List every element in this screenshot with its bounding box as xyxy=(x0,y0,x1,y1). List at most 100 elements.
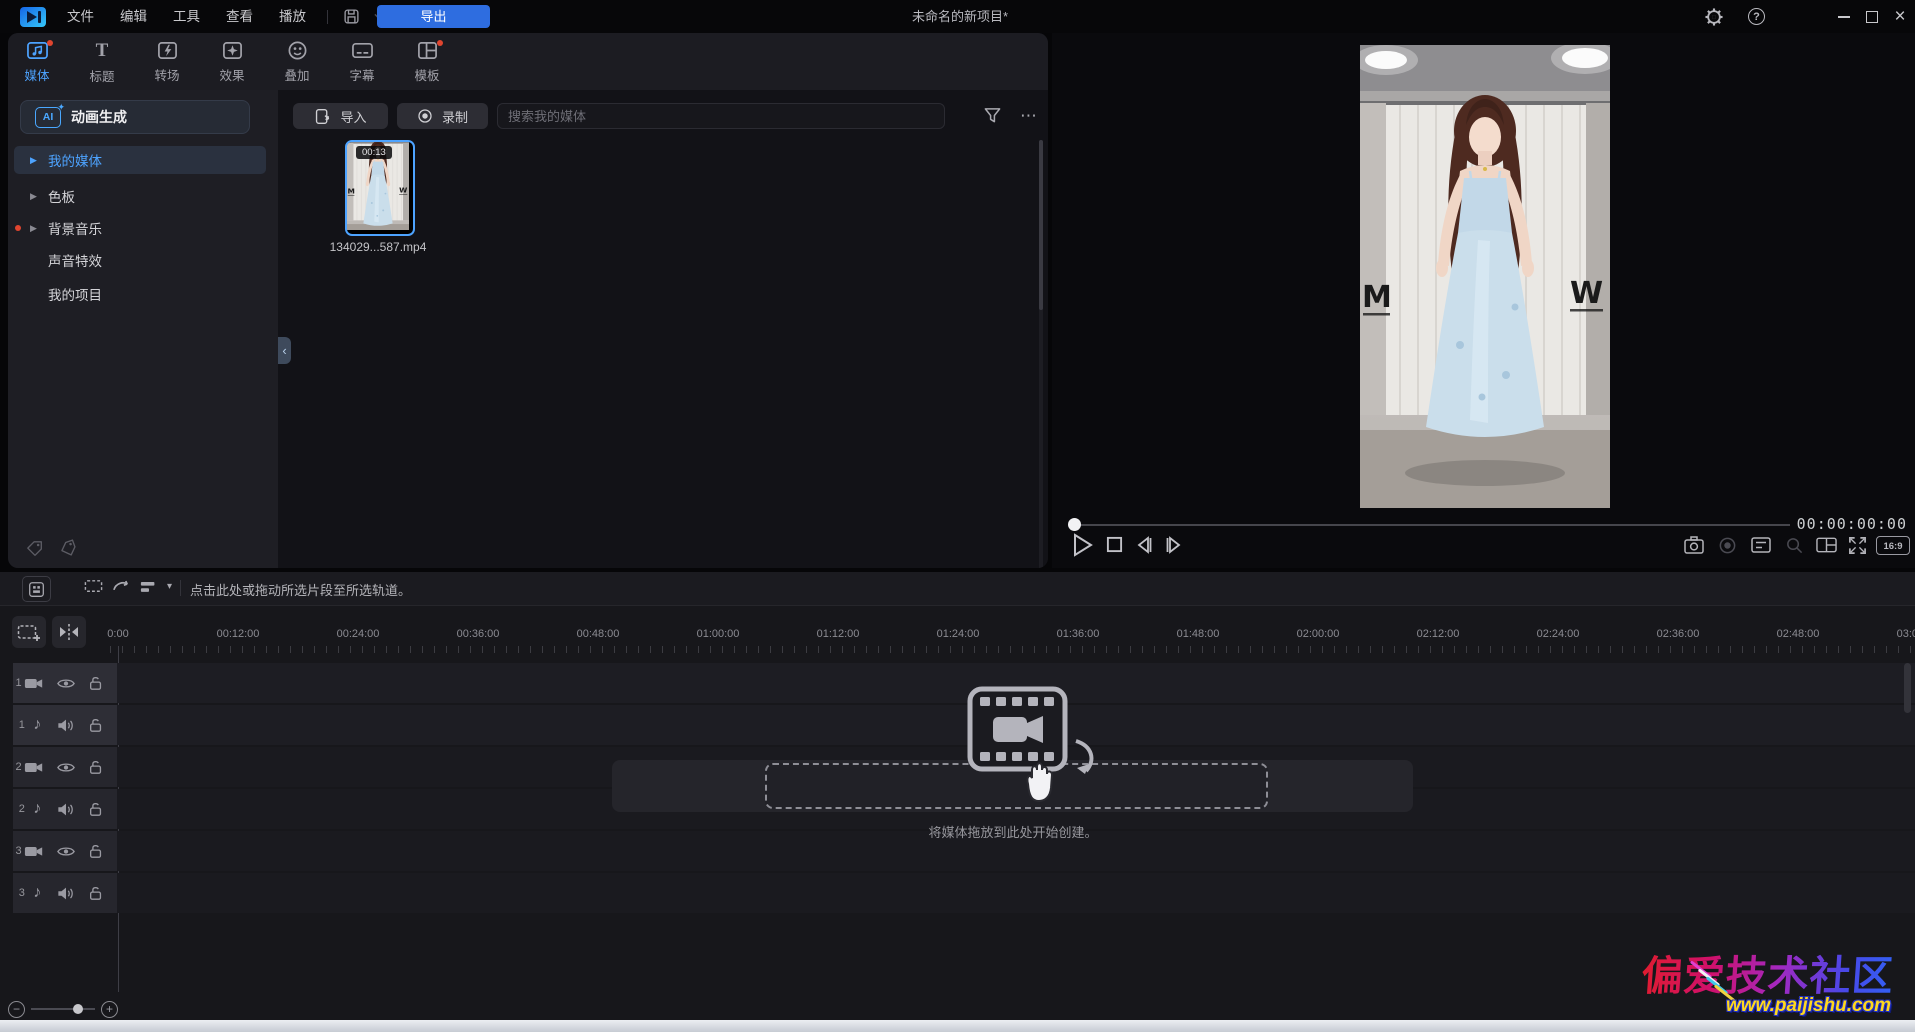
lock-toggle-icon[interactable] xyxy=(88,675,104,691)
caret-down-icon[interactable]: ▾ xyxy=(167,581,172,592)
settings-gear-icon[interactable] xyxy=(1705,8,1723,26)
mute-toggle-icon[interactable] xyxy=(57,886,75,901)
sidebar-tag-icons[interactable] xyxy=(26,540,78,558)
select-region-icon[interactable] xyxy=(84,578,103,594)
snap-toggle-button[interactable] xyxy=(52,616,86,648)
tab-captions[interactable]: 字幕 xyxy=(333,36,391,88)
lock-toggle-icon[interactable] xyxy=(88,717,104,733)
track-number: 3 xyxy=(13,845,24,857)
timecode-display: 00:00:00:00 xyxy=(1712,515,1907,533)
record-button[interactable]: 录制 xyxy=(397,103,488,129)
seek-bar[interactable] xyxy=(1076,524,1790,526)
fullscreen-icon[interactable] xyxy=(1848,536,1867,555)
media-clip-thumbnail[interactable]: 00:13 xyxy=(345,140,415,236)
overlays-tab-icon xyxy=(286,40,309,61)
media-scrollbar[interactable] xyxy=(1039,140,1043,568)
play-button[interactable] xyxy=(1072,533,1094,557)
seek-handle[interactable] xyxy=(1068,518,1081,531)
mute-toggle-icon[interactable] xyxy=(57,718,75,733)
tab-effects[interactable]: 效果 xyxy=(203,36,261,88)
templates-tab-badge xyxy=(437,40,443,46)
music-note-icon: ♪ xyxy=(31,884,44,902)
record-voiceover-icon[interactable] xyxy=(1718,536,1737,555)
track-row-audio-3[interactable]: 3 ♪ xyxy=(0,873,1915,913)
ai-animation-button[interactable]: AI✦ 动画生成 xyxy=(20,100,250,134)
mute-toggle-icon[interactable] xyxy=(57,802,75,817)
track-row-video-1[interactable]: 1 xyxy=(0,663,1915,703)
clip-selector-button[interactable] xyxy=(22,576,51,602)
ruler-label: 00:24:00 xyxy=(337,628,380,640)
sidebar-item-background-music[interactable]: ▶ 背景音乐 xyxy=(14,214,266,242)
video-track-icon xyxy=(24,844,44,859)
watermark-url: www.paijishu.com xyxy=(1726,995,1891,1017)
tab-overlays[interactable]: 叠加 xyxy=(268,36,326,88)
tag-icon[interactable] xyxy=(57,537,80,560)
lock-toggle-icon[interactable] xyxy=(88,801,104,817)
music-note-icon: ♪ xyxy=(31,800,44,818)
window-minimize-button[interactable] xyxy=(1830,0,1858,33)
sidebar-item-sound-effects[interactable]: 声音特效 xyxy=(14,246,300,274)
sidebar-item-color-board[interactable]: ▶ 色板 xyxy=(14,182,266,210)
timeline-scrollbar[interactable] xyxy=(1904,663,1911,713)
zoom-preview-icon[interactable] xyxy=(1785,536,1804,555)
video-preview xyxy=(1360,45,1610,508)
window-close-button[interactable]: × xyxy=(1886,0,1914,33)
tab-transitions[interactable]: 转场 xyxy=(138,36,196,88)
save-icon[interactable] xyxy=(343,8,360,25)
timeline-hint-text: 点击此处或拖动所选片段至所选轨道。 xyxy=(190,580,411,599)
more-options-icon[interactable]: ⋯ xyxy=(1020,103,1037,129)
ruler-label: 01:12:00 xyxy=(817,628,860,640)
tab-templates[interactable]: 模板 xyxy=(398,36,456,88)
help-icon[interactable]: ? xyxy=(1748,8,1765,25)
titlebar-divider xyxy=(327,10,328,24)
move-to-track-icon[interactable] xyxy=(112,578,131,594)
previous-frame-button[interactable] xyxy=(1134,535,1154,555)
filter-icon[interactable] xyxy=(983,106,1002,125)
bgm-new-badge xyxy=(15,225,21,231)
export-button[interactable]: 导出 xyxy=(377,5,490,28)
menu-tools[interactable]: 工具 xyxy=(160,0,213,33)
lock-toggle-icon[interactable] xyxy=(88,843,104,859)
add-track-button[interactable] xyxy=(12,616,46,648)
zoom-out-button[interactable]: − xyxy=(8,1001,25,1018)
zoom-slider-handle[interactable] xyxy=(73,1004,83,1014)
marker-list-icon[interactable] xyxy=(1751,536,1771,554)
track-number: 2 xyxy=(13,803,31,815)
menu-view[interactable]: 查看 xyxy=(213,0,266,33)
eye-toggle-icon[interactable] xyxy=(57,677,75,690)
sidebar-item-my-projects[interactable]: 我的项目 xyxy=(14,280,300,308)
lock-toggle-icon[interactable] xyxy=(88,885,104,901)
ai-icon: AI✦ xyxy=(35,107,61,128)
sidebar-item-my-media[interactable]: ▶ 我的媒体 xyxy=(14,146,266,174)
snapshot-camera-icon[interactable] xyxy=(1684,536,1704,554)
menu-play[interactable]: 播放 xyxy=(266,0,319,33)
transitions-tab-icon xyxy=(156,40,179,61)
import-button[interactable]: 导入 xyxy=(293,103,388,129)
tab-media[interactable]: 媒体 xyxy=(8,36,66,88)
zoom-in-button[interactable]: + xyxy=(101,1001,118,1018)
window-maximize-button[interactable] xyxy=(1858,0,1886,33)
lock-toggle-icon[interactable] xyxy=(88,759,104,775)
track-row-audio-1[interactable]: 1 ♪ xyxy=(0,705,1915,745)
sidebar-collapse-handle[interactable]: ‹ xyxy=(278,337,291,364)
split-screen-icon[interactable] xyxy=(1816,536,1837,554)
eye-toggle-icon[interactable] xyxy=(57,761,75,774)
tag-icon[interactable] xyxy=(26,540,44,558)
tracks-icon[interactable] xyxy=(140,579,158,594)
ruler-label: 03:00:00 xyxy=(1897,628,1915,640)
search-input[interactable] xyxy=(497,103,945,129)
next-frame-button[interactable] xyxy=(1164,535,1184,555)
menu-edit[interactable]: 编辑 xyxy=(107,0,160,33)
ruler-label: 00:12:00 xyxy=(217,628,260,640)
zoom-slider[interactable] xyxy=(31,1008,95,1010)
stop-button[interactable] xyxy=(1106,536,1123,553)
asset-tabstrip: 媒体 T 标题 转场 效果 叠加 字幕 模板 xyxy=(8,33,1048,90)
tab-titles[interactable]: T 标题 xyxy=(73,36,131,88)
drag-hand-icon xyxy=(1018,760,1058,804)
menu-file[interactable]: 文件 xyxy=(54,0,107,33)
ruler-label: 01:00:00 xyxy=(697,628,740,640)
project-title: 未命名的新项目* xyxy=(760,0,1160,33)
eye-toggle-icon[interactable] xyxy=(57,845,75,858)
aspect-ratio-button[interactable]: 16:9 xyxy=(1876,536,1910,555)
media-sidebar: AI✦ 动画生成 ▶ 我的媒体 ▶ 色板 ▶ 背景音乐 声音特效 我的项目 xyxy=(8,90,278,568)
